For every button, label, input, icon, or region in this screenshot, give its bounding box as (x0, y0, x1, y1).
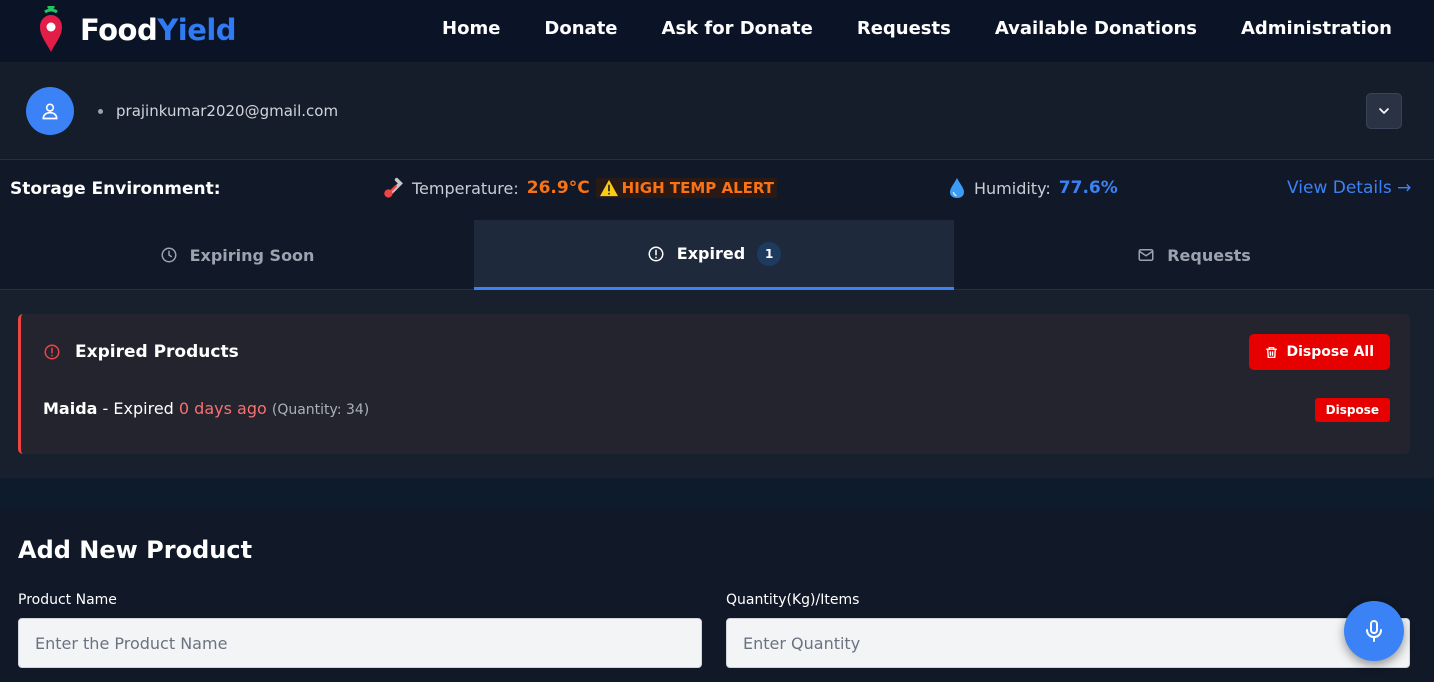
microphone-icon (1366, 620, 1382, 642)
nav-available-donations[interactable]: Available Donations (995, 18, 1197, 39)
high-temp-alert: HIGH TEMP ALERT (595, 178, 778, 198)
nav-ask-for-donate[interactable]: Ask for Donate (662, 18, 813, 39)
product-name-input[interactable] (18, 618, 702, 668)
tab-expiring-soon[interactable]: Expiring Soon (0, 220, 474, 290)
temperature-readout: Temperature: 26.9°C HIGH TEMP ALERT (382, 177, 778, 199)
dispose-all-label: Dispose All (1286, 344, 1374, 360)
expired-products-title: Expired Products (43, 342, 239, 362)
water-drop-icon (950, 178, 964, 198)
expired-products-card: Expired Products Dispose All Maida - Exp… (18, 314, 1410, 454)
product-expired-ago: 0 days ago (178, 399, 267, 418)
chevron-down-icon (1379, 108, 1389, 114)
view-details-link[interactable]: View Details → (1287, 178, 1411, 198)
voice-input-button[interactable] (1344, 601, 1404, 661)
mail-icon (1137, 246, 1155, 264)
alert-circle-icon (647, 245, 665, 263)
nav-home[interactable]: Home (442, 18, 500, 39)
quantity-label: Quantity(Kg)/Items (726, 592, 860, 608)
dispose-button[interactable]: Dispose (1314, 398, 1390, 422)
tab-expiring-soon-label: Expiring Soon (189, 245, 315, 265)
high-temp-alert-text: HIGH TEMP ALERT (621, 179, 775, 197)
add-product-title: Add New Product (18, 536, 253, 564)
logo-pin-icon (36, 5, 66, 54)
user-menu-toggle[interactable] (1366, 93, 1402, 129)
list-item: Maida - Expired 0 days ago (Quantity: 34… (43, 399, 369, 418)
nav-requests[interactable]: Requests (857, 18, 951, 39)
nav-donate[interactable]: Donate (544, 18, 617, 39)
storage-environment-title: Storage Environment: (10, 179, 221, 199)
section-divider (0, 478, 1434, 510)
humidity-readout: Humidity: 77.6% (948, 177, 1118, 199)
tab-requests[interactable]: Requests (954, 220, 1434, 290)
trash-icon (1265, 346, 1278, 359)
thermometer-icon (384, 177, 403, 198)
product-quantity: (Quantity: 34) (271, 402, 370, 418)
add-product-form: Add New Product Product Name Quantity(Kg… (0, 510, 1434, 682)
inventory-tabs: Expiring Soon Expired 1 Requests (0, 220, 1434, 290)
nav-administration[interactable]: Administration (1241, 18, 1392, 39)
user-bar: prajinkumar2020@gmail.com (0, 62, 1434, 160)
expired-section: Expired Products Dispose All Maida - Exp… (0, 290, 1434, 478)
expired-products-heading: Expired Products (75, 342, 239, 362)
main-nav: Home Donate Ask for Donate Requests Avai… (442, 0, 1392, 56)
brand-name: FoodYield (80, 13, 237, 47)
product-name-label: Product Name (18, 592, 117, 608)
top-navbar: FoodYield Home Donate Ask for Donate Req… (0, 0, 1434, 62)
product-name: Maida (43, 399, 98, 418)
clock-icon (160, 246, 178, 264)
humidity-value: 77.6% (1058, 178, 1118, 198)
bullet-dot (98, 109, 103, 114)
expired-count-badge: 1 (757, 241, 782, 266)
tab-expired-label: Expired (676, 244, 746, 263)
storage-environment-bar: Storage Environment: Temperature: 26.9°C… (0, 160, 1434, 220)
warning-icon (599, 179, 618, 197)
avatar[interactable] (26, 87, 74, 135)
tab-requests-label: Requests (1167, 245, 1251, 265)
temperature-value: 26.9°C (526, 178, 590, 198)
alert-circle-icon (43, 343, 61, 361)
product-status: - Expired (102, 399, 174, 418)
humidity-label: Humidity: (974, 178, 1051, 198)
user-email: prajinkumar2020@gmail.com (116, 102, 339, 120)
brand-logo[interactable]: FoodYield (36, 5, 237, 54)
user-icon (42, 103, 58, 120)
tab-expired[interactable]: Expired 1 (474, 220, 954, 290)
temperature-label: Temperature: (412, 178, 519, 198)
dispose-all-button[interactable]: Dispose All (1249, 334, 1390, 370)
quantity-input[interactable] (726, 618, 1410, 668)
